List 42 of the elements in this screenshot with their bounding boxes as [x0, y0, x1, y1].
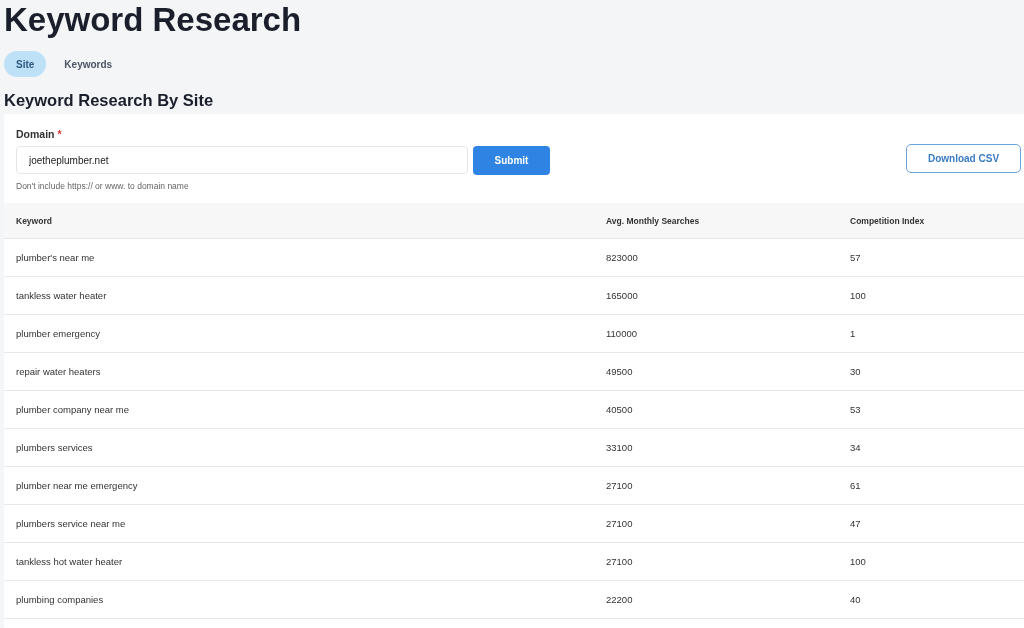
table-cell: 49500	[594, 352, 838, 391]
submit-button[interactable]: Submit	[473, 146, 550, 175]
table-cell: 823000	[594, 238, 838, 277]
table-cell: 165000	[594, 276, 838, 315]
table-cell: repair water heaters	[4, 352, 594, 391]
table-cell: 40500	[594, 390, 838, 429]
domain-field[interactable]: joetheplumber.net	[16, 146, 468, 174]
table-cell: 100	[838, 276, 1024, 315]
table-cell: 61	[838, 466, 1024, 505]
table-cell: 22200	[594, 580, 838, 619]
download-button[interactable]: Download CSV	[906, 144, 1021, 173]
column-header: Avg. Monthly Searches	[594, 203, 838, 239]
table-cell: plumber near me emergency	[4, 466, 594, 505]
table-cell: plumbers service near me	[4, 504, 594, 543]
tab[interactable]: Keywords	[52, 51, 125, 77]
table-cell: 40	[838, 580, 1024, 619]
table-cell: plumber emergency	[4, 314, 594, 353]
table-cell: 30	[838, 352, 1024, 391]
page-title: Keyword Research	[4, 0, 303, 39]
table-cell: tankless hot water heater	[4, 542, 594, 581]
field-label: Domain *	[16, 127, 63, 141]
table-cell: 33100	[594, 428, 838, 467]
column-header: Keyword	[4, 203, 594, 239]
table-cell: 34	[838, 428, 1024, 467]
table-cell: 53	[838, 390, 1024, 429]
column-header: Competition Index	[838, 203, 1024, 239]
table-cell: plumber's near me	[4, 238, 594, 277]
tab[interactable]: Site	[4, 51, 47, 77]
table-cell: 47	[838, 504, 1024, 543]
table-cell: 1	[838, 314, 1024, 353]
table-cell: 27100	[594, 504, 838, 543]
hint-text: Don't include https:// or www. to domain name	[16, 181, 190, 191]
table-cell: 57	[838, 238, 1024, 277]
table-cell: 110000	[594, 314, 838, 353]
table-cell: plumbing companies	[4, 580, 594, 619]
table-cell: plumbers services	[4, 428, 594, 467]
table-cell: plumber company near me	[4, 390, 594, 429]
table-cell: 27100	[594, 466, 838, 505]
table-cell: tankless water heater	[4, 276, 594, 315]
table-cell: 27100	[594, 542, 838, 581]
section-title: Keyword Research By Site	[4, 90, 215, 110]
table-cell: 100	[838, 542, 1024, 581]
